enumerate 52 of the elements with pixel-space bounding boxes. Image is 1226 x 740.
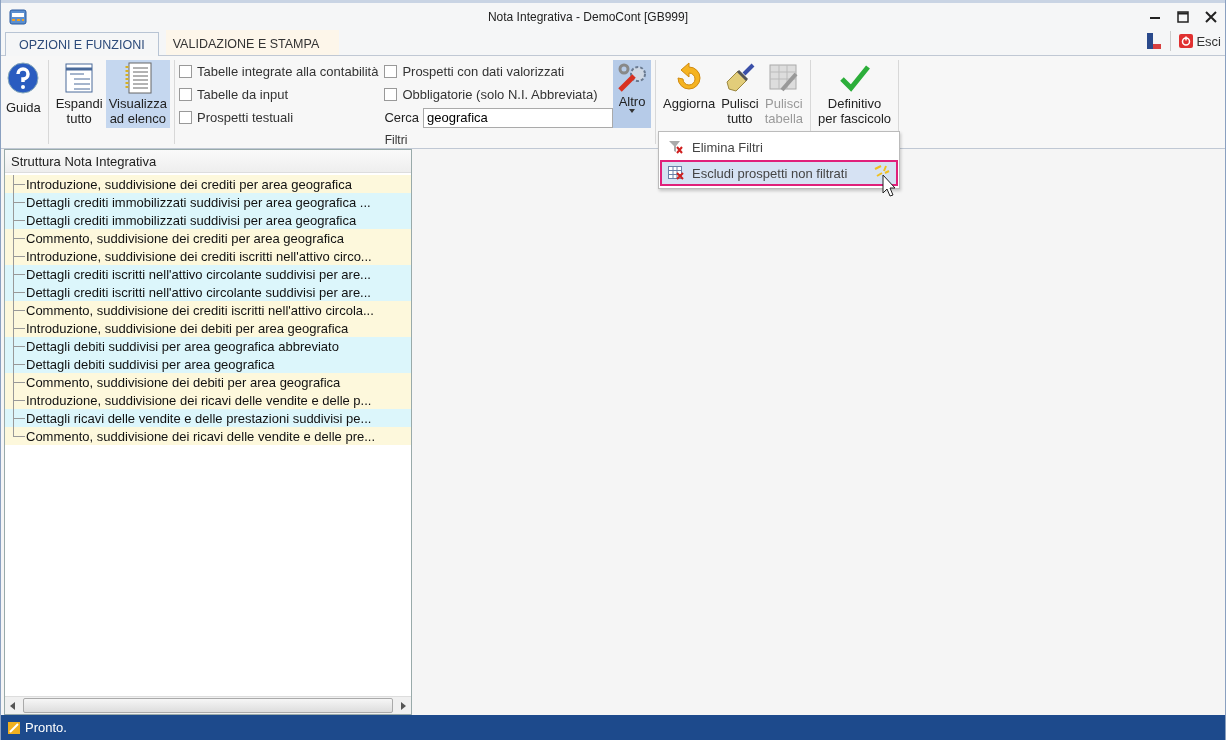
close-icon[interactable] bbox=[1205, 10, 1217, 23]
tree-list-icon bbox=[64, 62, 95, 94]
window-title: Nota Integrativa - DemoCont [GB999] bbox=[486, 9, 690, 24]
ribbon-button[interactable]: Espandi tutto bbox=[52, 60, 106, 128]
filter-checkbox[interactable]: Tabelle integrate alla contabilità bbox=[179, 64, 379, 79]
help-button[interactable]: Guida bbox=[3, 60, 44, 128]
status-icon bbox=[8, 721, 20, 734]
tree-item[interactable]: Dettagli ricavi delle vendite e delle prestazioni suddivisi pe... bbox=[5, 409, 411, 427]
broom-icon bbox=[723, 62, 756, 94]
filter-remove-icon bbox=[668, 140, 684, 154]
tools-icon bbox=[616, 62, 649, 94]
status-text: Pronto. bbox=[25, 720, 67, 735]
tree-item[interactable]: Commento, suddivisione dei ricavi delle vendite e delle pre... bbox=[5, 427, 411, 445]
filter-checkbox[interactable]: Tabelle da input bbox=[179, 87, 379, 102]
menu-item[interactable]: Elimina Filtri bbox=[660, 134, 898, 160]
tree-item[interactable]: Dettagli debiti suddivisi per area geografica abbreviato bbox=[5, 337, 411, 355]
table-eraser-icon bbox=[767, 62, 800, 94]
tree-header: Struttura Nota Integrativa bbox=[5, 150, 411, 173]
search-field[interactable]: geografica bbox=[423, 107, 614, 128]
tree-item[interactable]: Dettagli debiti suddivisi per area geografica bbox=[5, 355, 411, 373]
more-button[interactable]: Altro bbox=[613, 60, 652, 128]
tree-item[interactable]: Dettagli crediti iscritti nell'attivo circolante suddivisi per are... bbox=[5, 283, 411, 301]
menu-item[interactable]: Escludi prospetti non filtrati bbox=[660, 160, 898, 186]
ribbon-button[interactable]: Visualizza ad elenco bbox=[105, 60, 170, 128]
ribbon-button[interactable]: Aggiorna bbox=[660, 60, 719, 128]
group-title: Filtri bbox=[383, 133, 409, 147]
ribbon-button[interactable]: Pulisci tutto bbox=[718, 60, 762, 128]
maximize-icon[interactable] bbox=[1177, 10, 1189, 23]
tree-item[interactable]: Commento, suddivisione dei crediti iscritti nell'attivo circola... bbox=[5, 301, 411, 319]
app-icon bbox=[9, 8, 27, 25]
filter-checkbox[interactable]: Prospetti testuali bbox=[179, 110, 379, 125]
tree-item[interactable]: Dettagli crediti immobilizzati suddivisi per area geografica ... bbox=[5, 193, 411, 211]
table-remove-icon bbox=[668, 166, 684, 180]
tree-item[interactable]: Commento, suddivisione dei debiti per area geografica bbox=[5, 373, 411, 391]
tree-item[interactable]: Introduzione, suddivisione dei ricavi delle vendite e delle p... bbox=[5, 391, 411, 409]
tree-item[interactable]: Dettagli crediti iscritti nell'attivo circolante suddivisi per are... bbox=[5, 265, 411, 283]
ribbon-button[interactable]: Definitivo per fascicolo bbox=[815, 60, 894, 128]
ribbon-tab[interactable]: VALIDAZIONE E STAMPA bbox=[158, 31, 334, 55]
tree-item[interactable]: Introduzione, suddivisione dei debiti per area geografica bbox=[5, 319, 411, 337]
tree-item[interactable]: Commento, suddivisione dei crediti per area geografica bbox=[5, 229, 411, 247]
exit-button[interactable]: Esci bbox=[1179, 33, 1221, 49]
tree-item[interactable]: Introduzione, suddivisione dei crediti iscritti nell'attivo circo... bbox=[5, 247, 411, 265]
tree-item[interactable]: Introduzione, suddivisione dei crediti per area geografica bbox=[5, 175, 411, 193]
tree-item[interactable]: Dettagli crediti immobilizzati suddivisi per area geografica bbox=[5, 211, 411, 229]
filter-checkbox[interactable]: Obbligatorie (solo N.I. Abbreviata) bbox=[384, 87, 614, 102]
power-icon bbox=[1179, 34, 1194, 48]
search-label: Cerca bbox=[384, 110, 420, 125]
help-icon bbox=[7, 62, 40, 94]
horizontal-scrollbar[interactable] bbox=[5, 696, 411, 714]
filter-checkbox[interactable]: Prospetti con dati valorizzati bbox=[384, 64, 614, 79]
caret-icon bbox=[629, 109, 636, 113]
ribbon-tab[interactable]: OPZIONI E FUNZIONI bbox=[5, 32, 159, 56]
